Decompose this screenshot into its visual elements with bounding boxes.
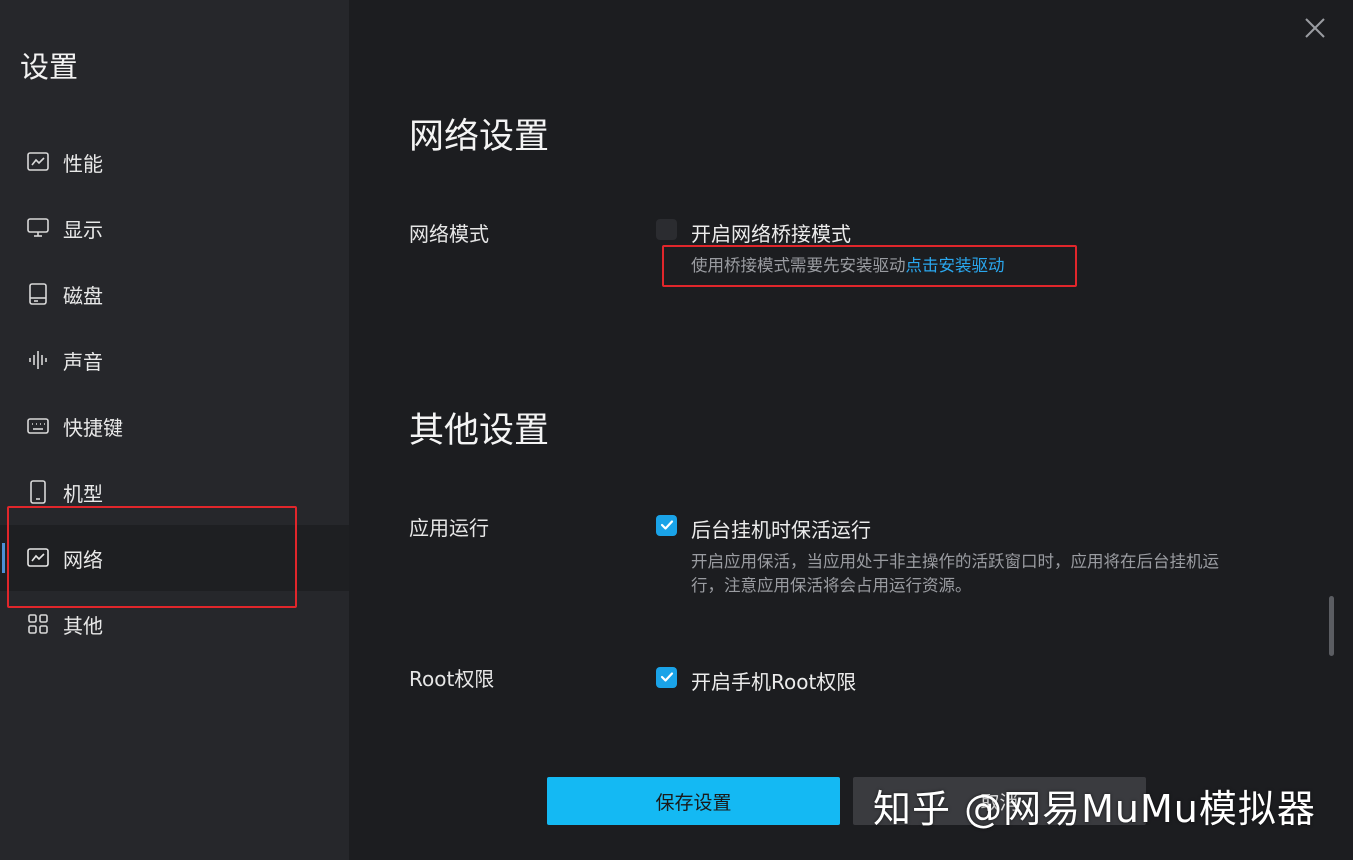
bridge-mode-checkbox[interactable]	[656, 219, 677, 240]
sidebar-item-label: 其他	[63, 613, 103, 638]
keepalive-help-line1: 开启应用保活，当应用处于非主操作的活跃窗口时，应用将在后台挂机运	[691, 552, 1219, 571]
highlight-box-driver	[662, 245, 1077, 287]
other-section-title: 其他设置	[409, 411, 550, 451]
keepalive-help-line2: 行，注意应用保活将会占用运行资源。	[691, 576, 972, 595]
sidebar-item-label: 磁盘	[63, 283, 103, 308]
grid-icon	[26, 612, 50, 636]
scrollbar[interactable]	[1329, 596, 1334, 656]
sidebar-item-disk[interactable]: 磁盘	[0, 261, 349, 327]
sidebar-item-sound[interactable]: 声音	[0, 327, 349, 393]
sidebar-item-label: 显示	[63, 217, 103, 242]
root-checkbox-label: 开启手机Root权限	[691, 670, 857, 694]
sidebar-title: 设置	[20, 50, 79, 84]
sidebar-item-performance[interactable]: 性能	[0, 129, 349, 195]
network-mode-label: 网络模式	[409, 222, 489, 246]
sidebar-item-label: 性能	[63, 151, 103, 176]
sidebar-item-label: 声音	[63, 349, 103, 374]
root-checkbox[interactable]	[656, 667, 677, 688]
audio-wave-icon	[26, 348, 50, 372]
checkmark-icon	[660, 516, 674, 535]
phone-icon	[26, 480, 50, 504]
sidebar-item-label: 快捷键	[63, 415, 123, 440]
keyboard-icon	[26, 414, 50, 438]
sidebar: 设置 性能 显示 磁盘 声音 快捷键 机型 网络 其他	[0, 0, 349, 860]
watermark: 知乎 @网易MuMu模拟器	[873, 787, 1316, 831]
root-permission-label: Root权限	[409, 667, 495, 691]
highlight-box-network	[7, 506, 297, 608]
checkmark-icon	[660, 668, 674, 687]
close-icon	[1303, 18, 1327, 44]
save-button[interactable]: 保存设置	[547, 777, 840, 825]
bridge-mode-checkbox-label: 开启网络桥接模式	[691, 222, 851, 246]
network-section-title: 网络设置	[409, 117, 550, 157]
monitor-icon	[26, 216, 50, 240]
sidebar-item-display[interactable]: 显示	[0, 195, 349, 261]
keepalive-checkbox[interactable]	[656, 515, 677, 536]
close-button[interactable]	[1303, 16, 1327, 40]
sidebar-item-shortcuts[interactable]: 快捷键	[0, 393, 349, 459]
sidebar-item-label: 机型	[63, 481, 103, 506]
chart-line-icon	[26, 150, 50, 174]
disk-icon	[26, 282, 50, 306]
app-run-label: 应用运行	[409, 516, 489, 540]
keepalive-checkbox-label: 后台挂机时保活运行	[691, 518, 871, 542]
